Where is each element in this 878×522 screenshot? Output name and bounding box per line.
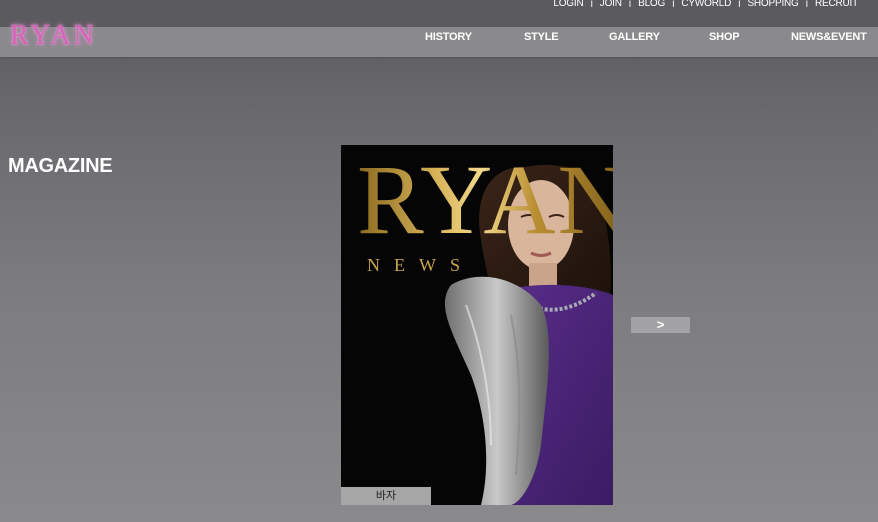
nav-separator: I xyxy=(805,0,809,9)
nav-style[interactable]: STYLE xyxy=(524,31,559,43)
nav-news-event[interactable]: NEWS&EVENT xyxy=(791,31,867,43)
join-link[interactable]: JOIN xyxy=(600,0,622,9)
nav-history[interactable]: HISTORY xyxy=(425,31,472,43)
utility-nav: LOGIN I JOIN I BLOG I CYWORLD I SHOPPING… xyxy=(553,0,858,9)
cover-subtitle: NEWS xyxy=(367,255,474,275)
magazine-caption-tab[interactable]: 바자 xyxy=(341,487,431,505)
next-arrow-button[interactable]: > xyxy=(631,317,690,333)
blog-link[interactable]: BLOG xyxy=(638,0,665,9)
magazine-cover[interactable]: RYAN NEWS xyxy=(341,145,613,505)
nav-gallery[interactable]: GALLERY xyxy=(609,31,660,43)
brand-logo[interactable]: RYAN xyxy=(10,22,97,50)
nav-separator: I xyxy=(738,0,741,9)
nav-separator: I xyxy=(628,0,632,9)
recruit-link[interactable]: RECRUIT xyxy=(815,0,858,9)
nav-shop[interactable]: SHOP xyxy=(709,31,740,43)
page-title: MAGAZINE xyxy=(8,155,113,178)
nav-separator: I xyxy=(590,0,593,9)
shopping-link[interactable]: SHOPPING xyxy=(747,0,798,9)
nav-separator: I xyxy=(672,0,675,9)
cover-title: RYAN xyxy=(357,145,613,255)
cyworld-link[interactable]: CYWORLD xyxy=(681,0,731,9)
login-link[interactable]: LOGIN xyxy=(553,0,583,9)
